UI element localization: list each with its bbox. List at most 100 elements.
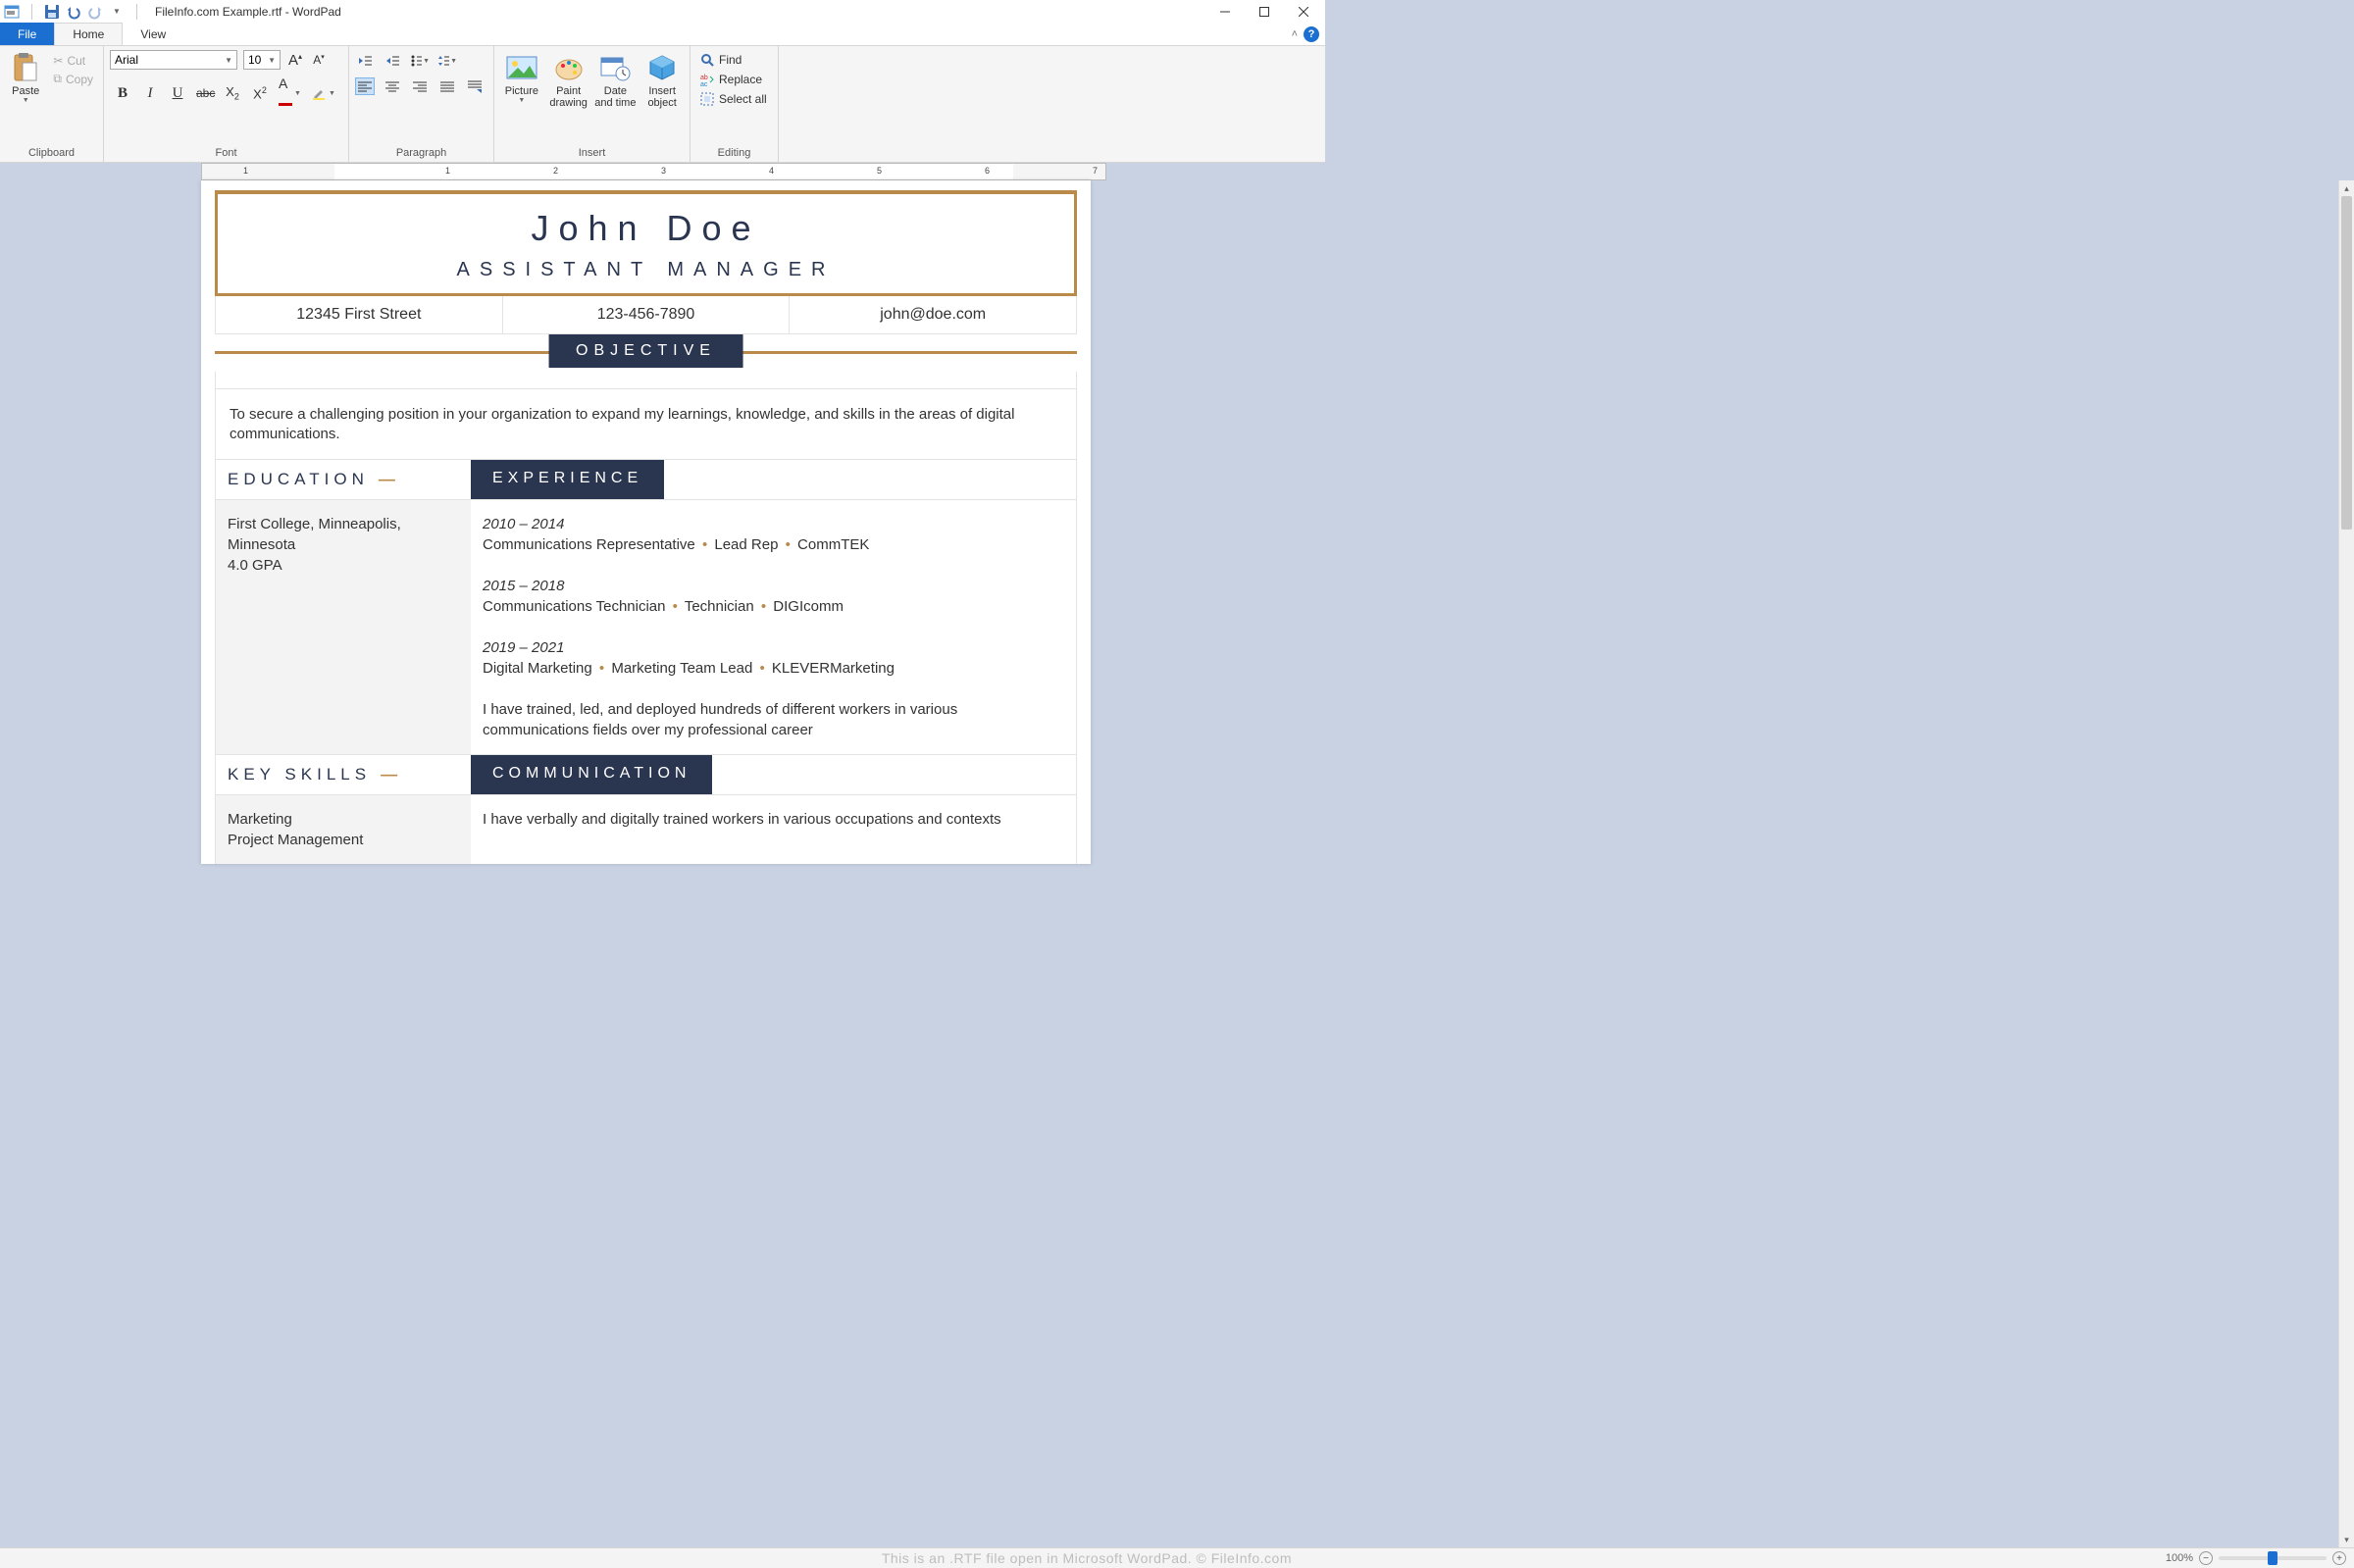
scissors-icon: ✂ [53,54,63,68]
skills-comm-header: KEY SKILLS— COMMUNICATION [215,755,1077,795]
scroll-down-icon[interactable]: ▾ [2339,1532,2354,1547]
zoom-out-button[interactable]: − [2199,1551,2213,1565]
workspace: 1 1 2 3 4 5 6 7 ▴ ▾ John Doe ASSISTANT M… [0,163,2354,1547]
group-label-font: Font [110,145,342,162]
bold-button[interactable]: B [114,85,131,102]
skills-body: MarketingProject Management [216,795,471,864]
select-all-button[interactable]: Select all [696,91,771,107]
svg-text:ac: ac [700,81,708,86]
tab-view[interactable]: View [123,23,183,45]
copy-button[interactable]: ⧉ Copy [49,71,97,87]
date-time-button[interactable]: Date and time [594,50,638,109]
watermark-text: This is an .RTF file open in Microsoft W… [8,1550,2166,1566]
vertical-scrollbar[interactable]: ▴ ▾ [2338,180,2354,1547]
resume-name: John Doe [218,208,1074,249]
group-paragraph: ▼ ▼ Paragraph [349,46,494,162]
close-button[interactable] [1290,1,1317,23]
subscript-button[interactable]: X2 [224,84,241,102]
zoom-in-button[interactable]: + [2332,1551,2346,1565]
education-body: First College, Minneapolis, Minnesota4.0… [216,500,471,754]
paste-icon [10,52,41,83]
scroll-up-icon[interactable]: ▴ [2339,180,2354,196]
redo-icon[interactable] [87,4,103,20]
group-label-insert: Insert [500,145,684,162]
scroll-thumb[interactable] [2341,196,2352,530]
contact-phone: 123-456-7890 [503,296,791,333]
tab-home[interactable]: Home [54,23,123,45]
contact-row: 12345 First Street 123-456-7890 john@doe… [215,296,1077,334]
palette-icon [553,52,585,83]
highlight-button[interactable]: ▼ [311,85,335,101]
picture-icon [506,52,537,83]
minimize-button[interactable] [1211,1,1239,23]
group-clipboard: Paste ▼ ✂ Cut ⧉ Copy Clipboard [0,46,104,162]
ruler-area: 1 1 2 3 4 5 6 7 [0,163,2338,180]
align-right-button[interactable] [410,77,430,95]
replace-button[interactable]: abac Replace [696,72,771,87]
grow-font-button[interactable]: A▴ [286,52,304,69]
font-size-combo[interactable]: 10▼ [243,50,281,70]
group-editing: Find abac Replace Select all Editing [691,46,779,162]
horizontal-ruler[interactable]: 1 1 2 3 4 5 6 7 [201,163,1106,180]
ribbon: Paste ▼ ✂ Cut ⧉ Copy Clipboard A [0,46,1325,163]
highlighter-icon [311,85,327,101]
group-font: Arial▼ 10▼ A▴ A▾ B I U abc X2 X2 A [104,46,349,162]
experience-body: 2010 – 2014 Communications Representativ… [471,500,1076,754]
bullets-button[interactable]: ▼ [410,52,430,70]
contact-address: 12345 First Street [216,296,503,333]
underline-button[interactable]: U [169,85,186,102]
font-name-combo[interactable]: Arial▼ [110,50,237,70]
undo-icon[interactable] [66,4,81,20]
paste-label: Paste [12,85,39,97]
align-left-button[interactable] [355,77,375,95]
zoom-value: 100% [2166,1552,2193,1564]
paint-drawing-button[interactable]: Paint drawing [547,50,590,109]
objective-banner: OBJECTIVE [215,334,1077,372]
find-button[interactable]: Find [696,52,771,68]
resume-title: ASSISTANT MANAGER [218,259,1074,281]
select-all-icon [700,92,714,106]
document-page[interactable]: John Doe ASSISTANT MANAGER 12345 First S… [201,180,1091,864]
paste-button[interactable]: Paste ▼ [6,50,45,105]
align-justify-button[interactable] [437,77,457,95]
status-bar: This is an .RTF file open in Microsoft W… [0,1547,2354,1568]
qat-dropdown-icon[interactable]: ▼ [109,4,125,20]
title-bar: ▼ FileInfo.com Example.rtf - WordPad [0,0,1325,23]
objective-text: To secure a challenging position in your… [215,389,1077,460]
decrease-indent-button[interactable] [355,52,375,70]
group-label-paragraph: Paragraph [355,145,487,162]
group-insert: Picture▼ Paint drawing Date and time Ins… [494,46,691,162]
font-color-button[interactable]: A ▼ [279,76,301,111]
strikethrough-button[interactable]: abc [196,86,214,100]
group-label-clipboard: Clipboard [6,145,97,162]
zoom-controls: 100% − + [2166,1551,2346,1565]
replace-icon: abac [700,73,714,86]
zoom-slider[interactable] [2219,1556,2327,1560]
quick-access-toolbar: ▼ [4,4,143,20]
collapse-ribbon-icon[interactable]: ˄ [1292,28,1298,40]
maximize-button[interactable] [1251,1,1278,23]
copy-icon: ⧉ [53,72,62,86]
edu-exp-body: First College, Minneapolis, Minnesota4.0… [215,500,1077,755]
cube-icon [646,52,678,83]
shrink-font-button[interactable]: A▾ [310,53,328,67]
skills-comm-body: MarketingProject Management I have verba… [215,795,1077,864]
line-spacing-button[interactable]: ▼ [437,52,457,70]
save-icon[interactable] [44,4,60,20]
insert-object-button[interactable]: Insert object [640,50,684,109]
align-center-button[interactable] [383,77,402,95]
increase-indent-button[interactable] [383,52,402,70]
resume-header-box: John Doe ASSISTANT MANAGER [215,190,1077,296]
wordpad-app-icon [4,4,20,20]
search-icon [700,53,714,67]
paragraph-dialog-button[interactable] [465,77,485,95]
help-icon[interactable]: ? [1304,26,1319,42]
italic-button[interactable]: I [141,85,159,102]
tab-file[interactable]: File [0,23,54,45]
cut-button[interactable]: ✂ Cut [49,53,97,69]
calendar-clock-icon [599,52,631,83]
superscript-button[interactable]: X2 [251,85,269,101]
insert-picture-button[interactable]: Picture▼ [500,50,543,105]
edu-exp-header: EDUCATION— EXPERIENCE [215,460,1077,500]
group-label-editing: Editing [696,145,772,162]
